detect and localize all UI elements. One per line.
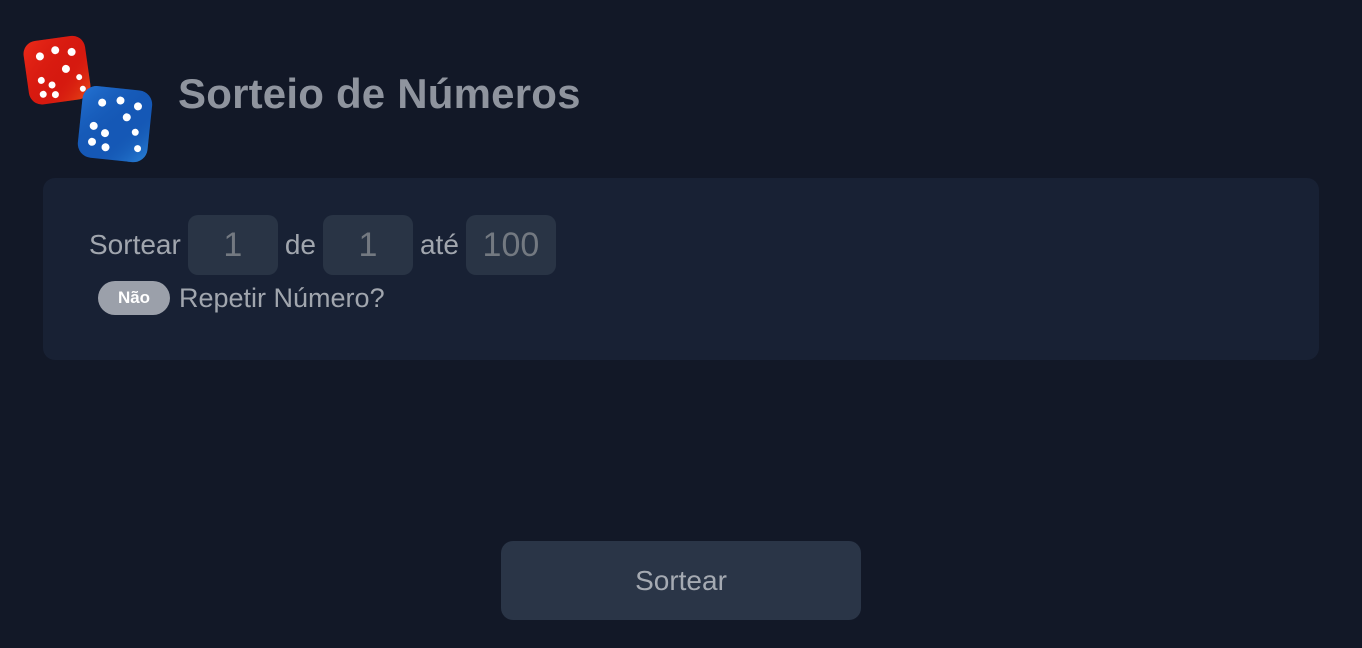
repeat-label: Repetir Número?	[179, 282, 385, 313]
dice-icon	[22, 32, 154, 164]
max-input[interactable]	[465, 215, 556, 275]
draw-button[interactable]: Sortear	[501, 541, 861, 620]
quantity-input[interactable]	[187, 215, 278, 275]
ate-label: até	[419, 229, 459, 260]
sortear-label: Sortear	[89, 229, 181, 260]
page-title: Sorteio de Números	[178, 70, 581, 117]
de-label: de	[284, 229, 316, 260]
min-input[interactable]	[322, 215, 413, 275]
range-row: Sortear de até	[89, 215, 563, 275]
settings-card: Sortear de até Não Repetir Número?	[43, 178, 1319, 360]
repeat-row: Não Repetir Número?	[98, 281, 385, 315]
page: Sorteio de Números Sortear de até Não Re…	[0, 0, 1362, 648]
repeat-toggle[interactable]: Não	[98, 281, 170, 315]
